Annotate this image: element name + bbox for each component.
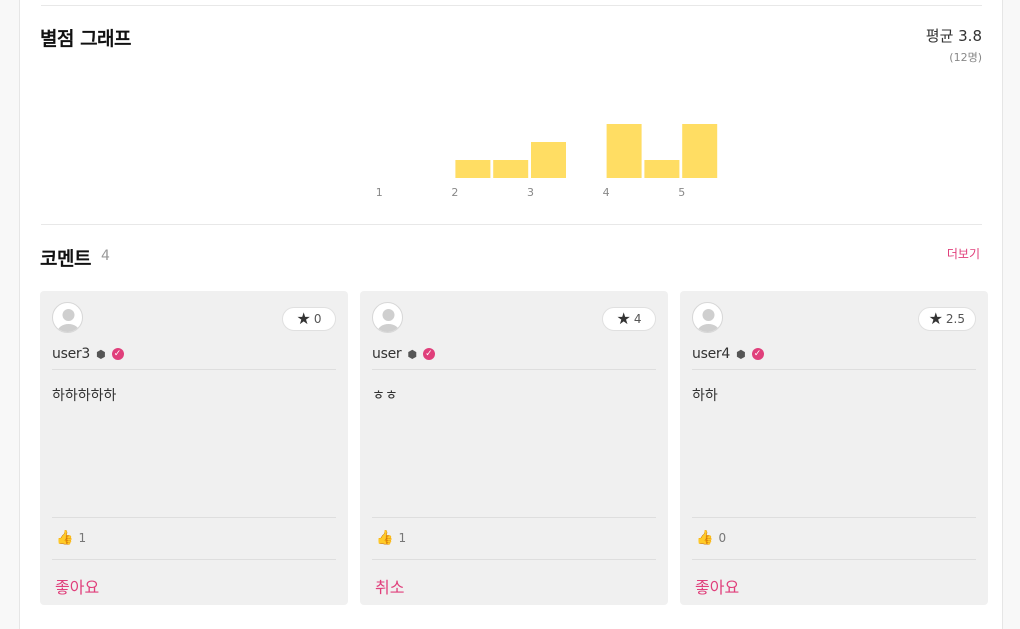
like-button[interactable]: 좋아요: [695, 574, 739, 598]
like-button[interactable]: 좋아요: [55, 574, 99, 598]
star-rating-badge: ★ 2.5: [917, 307, 976, 331]
star-rating-value: 4: [633, 312, 642, 326]
rating-bar: [531, 142, 566, 178]
star-rating-value: 2.5: [945, 312, 965, 326]
comments-count: 4: [101, 248, 110, 264]
user-row: user3 ⬢ ✓: [52, 346, 124, 362]
user-row: user ⬢ ✓: [372, 346, 435, 362]
star-icon: ★: [296, 309, 311, 328]
rating-bar: [606, 124, 642, 178]
comment-text: 하하: [692, 388, 718, 404]
like-count: 1: [78, 531, 87, 545]
verified-icon: ✓: [111, 348, 124, 360]
comment-text: ㅎㅎ: [372, 388, 398, 404]
star-rating-badge: ★ 4: [602, 307, 656, 331]
rating-bar: [682, 124, 718, 178]
avatar[interactable]: [52, 302, 83, 333]
rating-graph-title: 별점 그래프: [40, 28, 132, 50]
like-count: 0: [718, 531, 727, 545]
like-count: 1: [398, 531, 407, 545]
like-count-row: 👍 1: [376, 531, 406, 545]
x-tick-label: 5: [678, 186, 685, 199]
more-comments-link[interactable]: 더보기: [947, 245, 980, 262]
thumbs-up-icon: 👍: [696, 530, 714, 546]
rating-bar-chart: 1 2 3 4 5: [376, 124, 718, 199]
rating-count-label: (12명): [949, 51, 982, 64]
x-tick-label: 4: [603, 186, 610, 199]
verified-icon: ✓: [422, 348, 435, 360]
card-divider: [372, 517, 656, 518]
thumbs-up-icon: 👍: [376, 530, 394, 546]
grade-icon: ⬢: [95, 347, 106, 361]
rating-bar: [644, 160, 680, 178]
card-divider: [372, 369, 656, 370]
card-divider: [692, 559, 976, 560]
username[interactable]: user: [372, 346, 402, 362]
x-tick-label: 2: [451, 186, 458, 199]
like-count-row: 👍 1: [56, 531, 86, 545]
card-divider: [52, 559, 336, 560]
star-rating-badge: ★ 0: [282, 307, 336, 331]
verified-icon: ✓: [751, 348, 764, 360]
comments-title: 코멘트: [40, 248, 91, 270]
grade-icon: ⬢: [735, 347, 746, 361]
user-row: user4 ⬢ ✓: [692, 346, 764, 362]
comment-card: ★ 2.5 user4 ⬢ ✓ 하하 👍 0 좋아요: [680, 291, 988, 605]
card-divider: [692, 369, 976, 370]
comment-card: ★ 4 user ⬢ ✓ ㅎㅎ 👍 1 취소: [360, 291, 668, 605]
card-divider: [52, 369, 336, 370]
comment-text: 하하하하하: [52, 388, 117, 404]
card-divider: [692, 517, 976, 518]
like-count-row: 👍 0: [696, 531, 726, 545]
rating-bar: [493, 160, 529, 178]
cancel-like-button[interactable]: 취소: [375, 574, 404, 598]
avatar[interactable]: [692, 302, 723, 333]
x-tick-label: 3: [527, 186, 534, 199]
username[interactable]: user3: [52, 346, 90, 362]
section-divider: [41, 224, 982, 225]
card-divider: [52, 517, 336, 518]
card-divider: [372, 559, 656, 560]
grade-icon: ⬢: [407, 347, 417, 361]
star-rating-value: 0: [313, 312, 322, 326]
average-rating-label: 평균 3.8: [925, 27, 982, 45]
rating-bar: [455, 160, 491, 178]
rating-average: 평균 3.8 (12명): [926, 25, 982, 65]
top-divider: [41, 5, 982, 6]
thumbs-up-icon: 👍: [56, 530, 74, 546]
star-icon: ★: [616, 309, 631, 328]
x-tick-label: 1: [376, 186, 383, 199]
avatar[interactable]: [372, 302, 403, 333]
username[interactable]: user4: [692, 346, 730, 362]
comment-card: ★ 0 user3 ⬢ ✓ 하하하하하 👍 1 좋아요: [40, 291, 348, 605]
star-icon: ★: [928, 309, 943, 328]
